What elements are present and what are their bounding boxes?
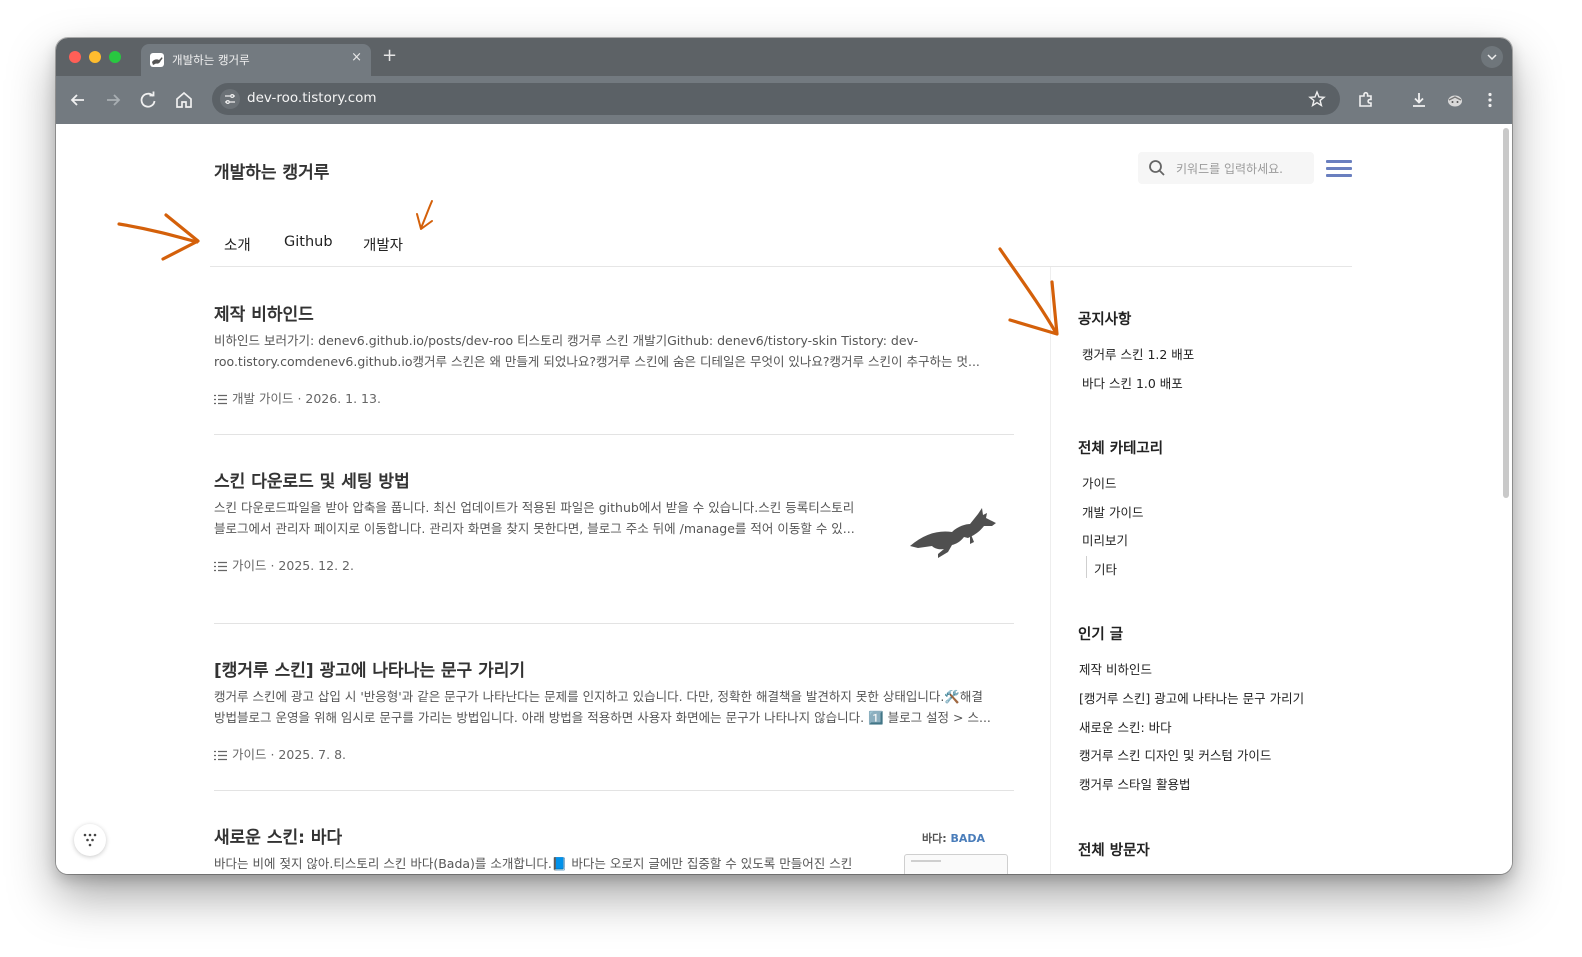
sidebar-notice-item[interactable]: 캥거루 스킨 1.2 배포 xyxy=(1082,344,1194,363)
sidebar-popular-item[interactable]: 제작 비하인드 xyxy=(1079,659,1152,678)
sidebar-category-item[interactable]: 개발 가이드 xyxy=(1082,502,1143,521)
page-scrollbar[interactable] xyxy=(1503,128,1509,498)
more-menu-icon[interactable] xyxy=(1478,88,1502,112)
search-icon[interactable] xyxy=(1148,159,1166,181)
post-excerpt-line: 비하인드 보러가기: denev6.github.io/posts/dev-ro… xyxy=(214,333,919,348)
sidebar-heading-notice: 공지사항 xyxy=(1078,312,1132,328)
post-divider xyxy=(214,623,1014,624)
sidebar-heading-visitors: 전체 방문자 xyxy=(1078,843,1150,859)
reload-icon[interactable] xyxy=(136,88,160,112)
web-page: 개발하는 캥거루 소개 Github 개발자 제작 비하인드 비하인드 보러가기… xyxy=(56,124,1512,874)
search-input[interactable] xyxy=(1174,158,1310,180)
post-title[interactable]: 스킨 다운로드 및 세팅 방법 xyxy=(214,467,410,492)
post-meta: 가이드 · 2025. 12. 2. xyxy=(214,555,354,575)
sidebar-heading-popular: 인기 글 xyxy=(1078,627,1124,643)
sidebar-subcategory-item[interactable]: 기타 xyxy=(1094,559,1117,578)
list-icon xyxy=(214,749,227,764)
post-divider xyxy=(214,790,1014,791)
chevron-down-icon xyxy=(1487,54,1497,61)
tab-title: 개발하는 캥거루 xyxy=(172,53,250,67)
post-excerpt: 스킨 다운로드파일을 받아 압축을 풉니다. 최신 업데이트가 적용된 파일은 … xyxy=(214,497,894,539)
subcategory-indent-bar xyxy=(1086,556,1087,578)
extensions-icon[interactable] xyxy=(1354,88,1378,112)
post-meta: 가이드 · 2025. 7. 8. xyxy=(214,744,346,764)
post-meta: 개발 가이드 · 2026. 1. 13. xyxy=(214,388,381,408)
forward-icon[interactable] xyxy=(101,88,125,112)
site-info-icon[interactable] xyxy=(220,89,240,109)
sidebar-popular-item[interactable]: 캥거루 스킨 디자인 및 커스텀 가이드 xyxy=(1079,745,1271,764)
maximize-window-button[interactable] xyxy=(109,51,121,63)
post-meta-text: 개발 가이드 · 2026. 1. 13. xyxy=(232,391,381,406)
sidebar-popular-item[interactable]: 캥거루 스타일 활용법 xyxy=(1079,774,1190,793)
tab-close-icon[interactable]: × xyxy=(351,50,362,65)
post-excerpt-line: roo.tistory.comdenev6.github.io캥거루 스킨은 왜… xyxy=(214,354,980,369)
sidebar-divider xyxy=(1050,267,1051,874)
blog-title[interactable]: 개발하는 캥거루 xyxy=(214,158,329,183)
sidebar-category-item[interactable]: 미리보기 xyxy=(1082,530,1128,549)
sidebar-category-item[interactable]: 가이드 xyxy=(1082,473,1117,492)
post-excerpt: 비하인드 보러가기: denev6.github.io/posts/dev-ro… xyxy=(214,330,980,372)
search-box[interactable] xyxy=(1138,152,1314,184)
list-icon xyxy=(214,560,227,575)
bada-thumbnail-label: 바다: BADA xyxy=(922,830,985,846)
floating-menu-button[interactable] xyxy=(74,824,106,856)
nav-divider xyxy=(210,266,1352,267)
sidebar-heading-categories: 전체 카테고리 xyxy=(1078,441,1164,457)
url-text[interactable]: dev-roo.tistory.com xyxy=(247,90,377,106)
menu-hamburger-icon[interactable] xyxy=(1326,160,1352,178)
sidebar-popular-item[interactable]: [캥거루 스킨] 광고에 나타나는 문구 가리기 xyxy=(1079,688,1304,707)
kangaroo-thumbnail[interactable] xyxy=(908,504,998,564)
post-excerpt-line: 스킨 다운로드파일을 받아 압축을 풉니다. 최신 업데이트가 적용된 파일은 … xyxy=(214,500,855,515)
post-excerpt-line: 방법블로그 운영을 위해 임시로 문구를 가리는 방법입니다. 아래 방법을 적… xyxy=(214,710,991,725)
dots-grid-icon xyxy=(83,833,97,847)
browser-tab[interactable]: 개발하는 캥거루 × xyxy=(141,44,371,76)
post-excerpt-line: 캥거루 스킨에 광고 삽입 시 '반응형'과 같은 문구가 나타난다는 문제를 … xyxy=(214,689,983,704)
nav-item-intro[interactable]: 소개 xyxy=(224,234,251,255)
tab-strip: 개발하는 캥거루 × + xyxy=(56,38,1512,76)
bada-label-text: 바다: xyxy=(922,832,951,845)
download-icon[interactable] xyxy=(1407,88,1431,112)
profile-avatar-icon[interactable] xyxy=(1443,88,1467,112)
post-excerpt: 바다는 비에 젖지 않아.티스토리 스킨 바다(Bada)를 소개합니다.📘 바… xyxy=(214,853,894,874)
bada-label-accent: BADA xyxy=(950,832,986,845)
sidebar-popular-item[interactable]: 새로운 스킨: 바다 xyxy=(1079,717,1172,736)
bada-screenshot-preview xyxy=(904,854,1008,874)
post-excerpt: 캥거루 스킨에 광고 삽입 시 '반응형'과 같은 문구가 나타난다는 문제를 … xyxy=(214,686,991,728)
post-title[interactable]: 새로운 스킨: 바다 xyxy=(214,823,342,848)
post-title[interactable]: 제작 비하인드 xyxy=(214,300,314,325)
post-divider xyxy=(214,434,1014,435)
kangaroo-favicon-icon xyxy=(150,53,164,67)
post-excerpt-line: 블로그에서 관리자 페이지로 이동합니다. 관리자 화면을 찾지 못한다면, 블… xyxy=(214,521,855,536)
back-icon[interactable] xyxy=(66,88,90,112)
tab-search-button[interactable] xyxy=(1481,46,1503,68)
post-title[interactable]: [캥거루 스킨] 광고에 나타나는 문구 가리기 xyxy=(214,656,525,681)
post-excerpt-line: 바다는 비에 젖지 않아.티스토리 스킨 바다(Bada)를 소개합니다.📘 바… xyxy=(214,856,853,871)
nav-item-developer[interactable]: 개발자 xyxy=(363,234,403,255)
browser-toolbar: dev-roo.tistory.com xyxy=(56,76,1512,124)
sidebar-notice-item[interactable]: 바다 스킨 1.0 배포 xyxy=(1082,373,1183,392)
close-window-button[interactable] xyxy=(69,51,81,63)
address-bar[interactable]: dev-roo.tistory.com xyxy=(212,83,1340,115)
post-meta-text: 가이드 · 2025. 7. 8. xyxy=(232,747,347,762)
list-icon xyxy=(214,393,227,408)
minimize-window-button[interactable] xyxy=(89,51,101,63)
bookmark-star-icon[interactable] xyxy=(1308,90,1326,112)
nav-item-github[interactable]: Github xyxy=(284,234,333,250)
home-icon[interactable] xyxy=(172,88,196,112)
new-tab-button[interactable]: + xyxy=(382,46,397,66)
browser-window: 개발하는 캥거루 × + dev-roo.tistory.com 개발하는 캥거… xyxy=(56,38,1512,874)
bada-thumbnail[interactable]: 바다: BADA xyxy=(904,830,1008,874)
post-meta-text: 가이드 · 2025. 12. 2. xyxy=(232,558,354,573)
